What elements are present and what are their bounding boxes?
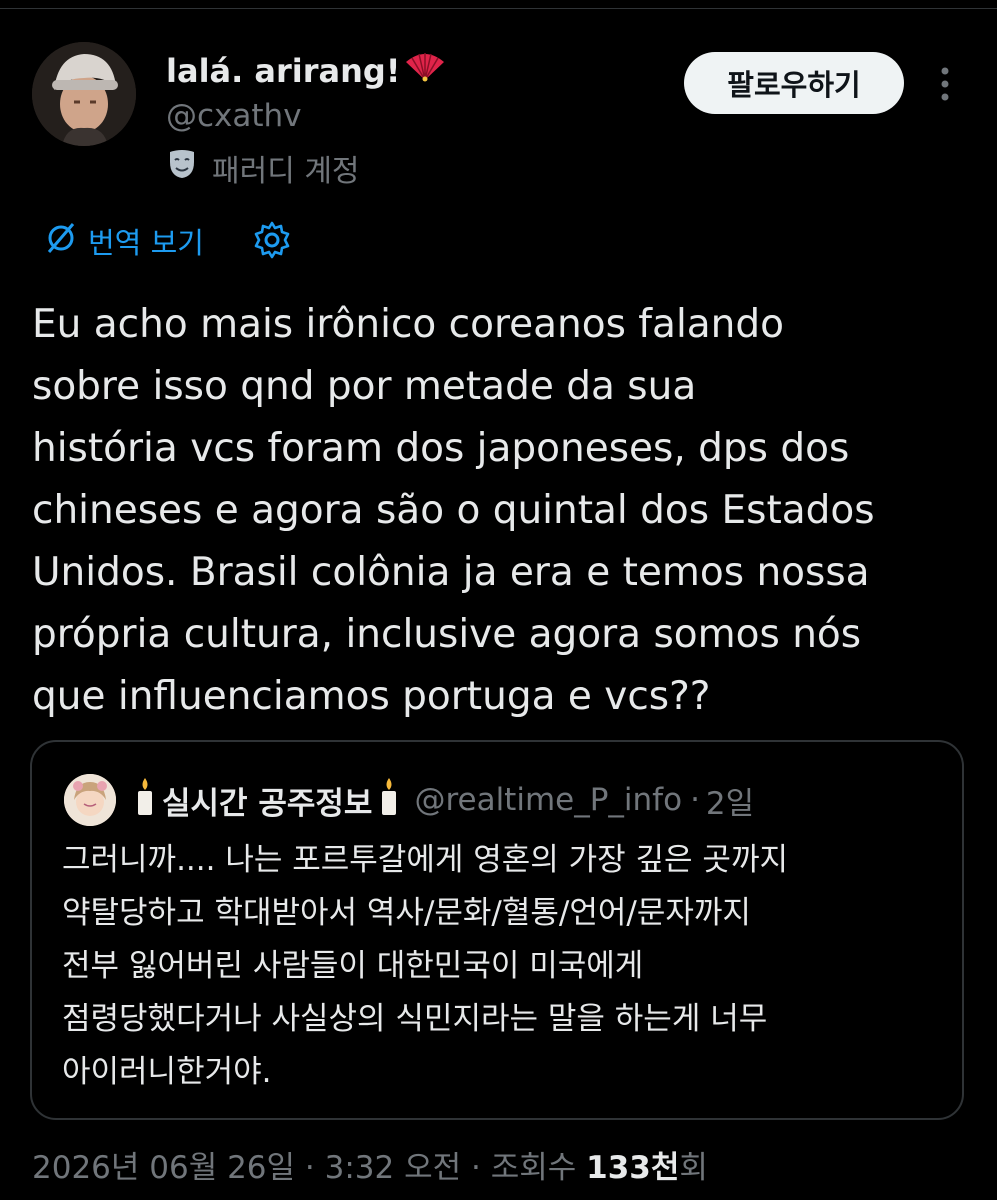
author-handle[interactable]: @cxathv [166,98,302,134]
fan-icon [404,52,446,90]
author-name-text: lalá. arirang! [166,52,401,90]
quote-line: 점령당했다거나 사실상의 식민지라는 말을 하는게 너무 [62,1001,768,1037]
author-display-name[interactable]: lalá. arirang! [166,52,446,90]
quoted-author-avatar[interactable] [64,774,116,826]
tweet-line: própria cultura, inclusive agora somos n… [32,612,862,657]
quote-line: 약탈당하고 학대받아서 역사/문화/혈통/언어/문자까지 [62,895,751,931]
views-count: 133천 [586,1150,680,1186]
top-divider [0,8,997,9]
tweet-line: Unidos. Brasil colônia ja era e temos no… [32,550,870,595]
tweet-line: que influenciamos portuga e vcs?? [32,674,711,719]
separator-dot: · [690,782,700,818]
quote-line: 아이러니한거야. [62,1054,272,1090]
tweet-date[interactable]: 2026년 06월 26일 [32,1150,295,1186]
candle-icon [132,776,158,824]
parody-account-label: 패러디 계정 [166,146,360,190]
quoted-author-handle[interactable]: @realtime_P_info [414,782,682,818]
parody-label-text: 패러디 계정 [212,154,360,189]
quote-line: 그러니까.... 나는 포르투갈에게 영혼의 가장 깊은 곳까지 [62,842,788,878]
quoted-tweet-card[interactable]: 실시간 공주정보 @realtime_P_info · 2일 그러니까.... … [30,740,964,1120]
translate-icon [44,221,78,262]
quoted-tweet-header: 실시간 공주정보 @realtime_P_info · 2일 [132,776,754,824]
separator-dot: · [471,1150,491,1186]
tweet-line: história vcs foram dos japoneses, dps do… [32,426,850,471]
tweet-line: sobre isso qnd por metade da sua [32,364,697,409]
translate-label: 번역 보기 [88,226,204,260]
theater-mask-icon [166,148,198,188]
candle-icon [376,776,402,824]
tweet-detail-page: lalá. arirang! @cxathv 패러디 계정 팔로우하기 번역 보… [0,0,997,1200]
quoted-tweet-time: 2일 [705,785,755,822]
tweet-meta: 2026년 06월 26일 · 3:32 오전 · 조회수 133천회 [32,1142,708,1187]
tweet-time[interactable]: 3:32 오전 [325,1150,462,1186]
separator-dot: · [304,1150,325,1186]
quote-line: 전부 잃어버린 사람들이 대한민국이 미국에게 [62,948,644,984]
tweet-text: Eu acho mais irônico coreanos falando so… [32,294,972,728]
more-vertical-icon[interactable] [928,62,962,106]
author-avatar[interactable] [32,42,136,146]
gear-icon[interactable] [252,220,292,260]
follow-button[interactable]: 팔로우하기 [684,52,904,114]
views-suffix: 회 [679,1150,708,1186]
translate-link[interactable]: 번역 보기 [44,220,204,262]
views-label: 조회수 [490,1150,577,1186]
quoted-tweet-text: 그러니까.... 나는 포르투갈에게 영혼의 가장 깊은 곳까지 약탈당하고 학… [62,834,952,1099]
tweet-line: Eu acho mais irônico coreanos falando [32,302,785,347]
quoted-author-name[interactable]: 실시간 공주정보 [162,778,372,823]
tweet-line: chineses e agora são o quintal dos Estad… [32,488,875,533]
